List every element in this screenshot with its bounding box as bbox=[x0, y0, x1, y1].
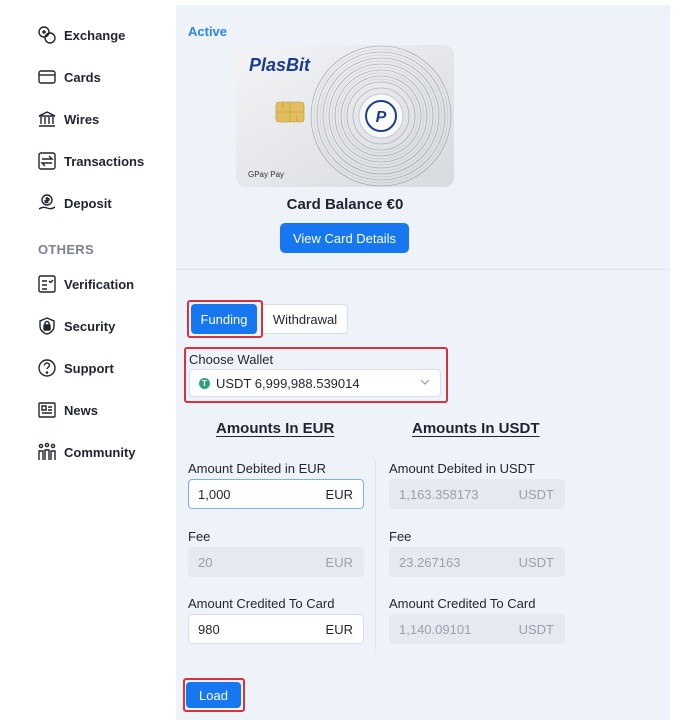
usdt-debited-label: Amount Debited in USDT bbox=[389, 461, 535, 476]
sidebar-item-label: Community bbox=[64, 444, 136, 460]
wallet-label: Choose Wallet bbox=[189, 352, 274, 367]
sidebar-section-title: OTHERS bbox=[38, 242, 94, 257]
section-divider bbox=[176, 269, 670, 270]
usdt-debited-currency: USDT bbox=[518, 486, 554, 502]
main-panel: Active P PlasBit GPay Pay Card Balance €… bbox=[176, 5, 670, 720]
usdt-fee-value: 23.267163 bbox=[399, 554, 461, 570]
card-status: Active bbox=[188, 24, 228, 39]
deposit-icon bbox=[37, 193, 57, 213]
usdt-debited-input: 1,163.358173 USDT bbox=[389, 479, 565, 509]
eur-debited-label: Amount Debited in EUR bbox=[188, 461, 327, 476]
sidebar-item-label: Wires bbox=[64, 111, 100, 127]
usdt-fee-currency: USDT bbox=[518, 554, 554, 570]
eur-debited-value: 1,000 bbox=[198, 486, 231, 502]
news-icon bbox=[37, 400, 57, 420]
sidebar-item-label: Security bbox=[64, 318, 116, 334]
usdt-debited-value: 1,163.358173 bbox=[399, 486, 479, 502]
eur-debited-input[interactable]: 1,000 EUR bbox=[188, 479, 364, 509]
tab-withdrawal[interactable]: Withdrawal bbox=[262, 304, 348, 334]
sidebar-item-wires[interactable]: Wires bbox=[37, 107, 99, 131]
view-card-details-button[interactable]: View Card Details bbox=[280, 223, 409, 253]
eur-column-title: Amounts In EUR bbox=[216, 420, 335, 437]
sidebar-item-cards[interactable]: Cards bbox=[37, 65, 101, 89]
wallet-selected-value: USDT 6,999,988.539014 bbox=[216, 375, 360, 391]
card-brand: PlasBit bbox=[249, 55, 311, 75]
card-art: P PlasBit GPay Pay bbox=[236, 45, 454, 187]
card-icon bbox=[37, 67, 57, 87]
sidebar-item-label: Verification bbox=[64, 276, 135, 292]
column-divider bbox=[375, 460, 376, 650]
sidebar-item-label: Deposit bbox=[64, 195, 112, 211]
usdt-credited-currency: USDT bbox=[518, 621, 554, 637]
sidebar-item-security[interactable]: Security bbox=[37, 314, 115, 338]
eur-fee-value: 20 bbox=[198, 554, 213, 570]
usdt-fee-input: 23.267163 USDT bbox=[389, 547, 565, 577]
sidebar-item-support[interactable]: Support bbox=[37, 356, 114, 380]
card-image[interactable]: P PlasBit GPay Pay bbox=[236, 45, 454, 187]
eur-debited-currency: EUR bbox=[325, 486, 353, 502]
wallet-select[interactable]: USDT 6,999,988.539014 bbox=[189, 369, 441, 397]
eur-credited-value: 980 bbox=[198, 621, 220, 637]
exchange-icon bbox=[37, 25, 57, 45]
sidebar-item-label: Transactions bbox=[64, 153, 145, 169]
card-section: Active P PlasBit GPay Pay Card Balance €… bbox=[176, 5, 670, 267]
eur-fee-input: 20 EUR bbox=[188, 547, 364, 577]
sidebar-item-label: Support bbox=[64, 360, 114, 376]
tether-icon bbox=[199, 377, 210, 389]
load-button[interactable]: Load bbox=[186, 682, 241, 708]
usdt-credited-label: Amount Credited To Card bbox=[389, 596, 536, 611]
sidebar-item-verification[interactable]: Verification bbox=[37, 272, 134, 296]
eur-credited-input[interactable]: 980 EUR bbox=[188, 614, 364, 644]
chevron-down-icon bbox=[420, 379, 430, 385]
eur-credited-currency: EUR bbox=[325, 621, 353, 637]
transactions-icon bbox=[37, 151, 57, 171]
eur-credited-label: Amount Credited To Card bbox=[188, 596, 335, 611]
shield-lock-icon bbox=[37, 316, 57, 336]
sidebar-item-deposit[interactable]: Deposit bbox=[37, 191, 112, 215]
bank-icon bbox=[37, 109, 57, 129]
sidebar-item-label: Exchange bbox=[64, 27, 126, 43]
help-icon bbox=[37, 358, 57, 378]
tab-funding[interactable]: Funding bbox=[191, 304, 257, 334]
usdt-credited-value: 1,140.09101 bbox=[399, 621, 472, 637]
sidebar-item-exchange[interactable]: Exchange bbox=[37, 23, 125, 47]
sidebar-item-transactions[interactable]: Transactions bbox=[37, 149, 144, 173]
card-wallets: GPay Pay bbox=[248, 170, 284, 179]
sidebar-item-label: Cards bbox=[64, 69, 101, 85]
sidebar-item-community[interactable]: Community bbox=[37, 440, 136, 464]
verification-icon bbox=[37, 274, 57, 294]
sidebar-item-news[interactable]: News bbox=[37, 398, 98, 422]
card-balance: Card Balance €0 bbox=[286, 196, 404, 213]
usdt-credited-input: 1,140.09101 USDT bbox=[389, 614, 565, 644]
community-icon bbox=[37, 442, 57, 462]
usdt-fee-label: Fee bbox=[389, 529, 412, 544]
usdt-column-title: Amounts In USDT bbox=[412, 420, 540, 437]
svg-text:P: P bbox=[376, 109, 387, 126]
sidebar: Exchange Cards Wires Transactions Deposi… bbox=[0, 0, 176, 720]
sidebar-item-label: News bbox=[64, 402, 98, 418]
eur-fee-label: Fee bbox=[188, 529, 211, 544]
eur-fee-currency: EUR bbox=[325, 554, 353, 570]
